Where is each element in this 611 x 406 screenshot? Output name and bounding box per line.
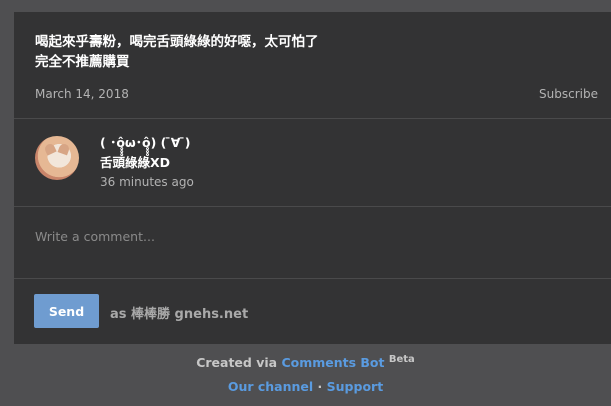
send-button[interactable]: Send: [34, 294, 99, 328]
divider: [14, 118, 611, 119]
beta-badge: Beta: [388, 354, 415, 365]
post-line-1: 喝起來乎壽粉，喝完舌頭綠綠的好噁，太可怕了: [35, 34, 319, 50]
comment-text: ( ･ô̥̥̥ω･ô̥̥̥) ( ̄∀ ̄): [100, 135, 191, 150]
subscribe-link[interactable]: Subscribe: [539, 87, 598, 101]
post-line-2: 完全不推薦購買: [35, 54, 130, 70]
divider: [14, 278, 611, 279]
footer-separator: ·: [313, 379, 327, 394]
comments-bot-link[interactable]: Comments Bot: [281, 355, 384, 370]
support-link[interactable]: Support: [327, 379, 384, 394]
comment-author: 舌頭綠綠XD: [100, 155, 171, 170]
footer-links: Our channel · Support: [0, 379, 611, 394]
comment-input[interactable]: [21, 219, 609, 253]
divider: [14, 206, 611, 207]
avatar-ear-right: [57, 142, 71, 156]
created-via-text: Created via: [196, 355, 282, 371]
posting-as-label: as 棒棒勝 gnehs.net: [110, 307, 249, 322]
avatar-ear-left: [43, 142, 57, 156]
comments-card: 喝起來乎壽粉，喝完舌頭綠綠的好噁，太可怕了 完全不推薦購買 March 14, …: [14, 12, 611, 344]
post-text: 喝起來乎壽粉，喝完舌頭綠綠的好噁，太可怕了 完全不推薦購買: [35, 32, 575, 72]
avatar: [35, 136, 79, 180]
footer-credit: Created via Comments Bot Beta: [0, 354, 611, 370]
comment-timestamp: 36 minutes ago: [100, 175, 194, 189]
our-channel-link[interactable]: Our channel: [228, 379, 313, 394]
post-date: March 14, 2018: [35, 87, 129, 101]
